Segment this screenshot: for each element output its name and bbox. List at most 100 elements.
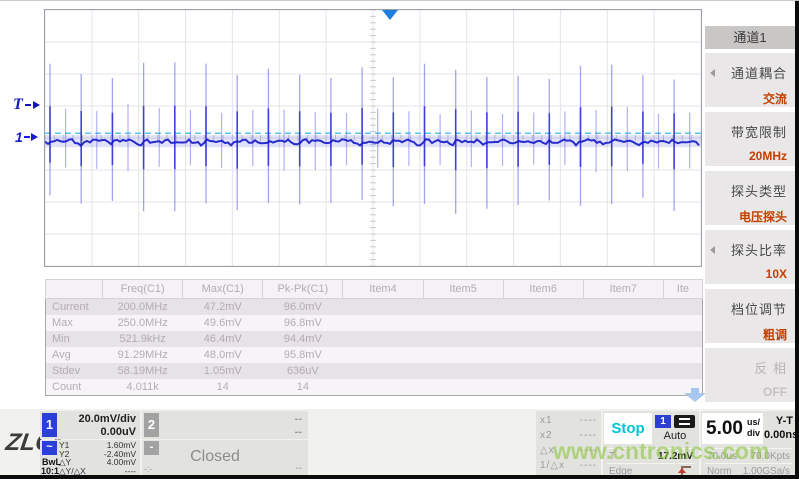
trigger-source-badge: 1 <box>655 415 671 428</box>
measurement-cell: 14 <box>183 379 263 396</box>
measurement-cell <box>343 331 423 347</box>
measurement-row-stdev: Stdev58.19MHz1.05mV636uV <box>46 363 703 379</box>
ch1-cursor-row: △Y/△X---- <box>59 467 136 476</box>
measurement-cell <box>583 379 663 396</box>
measurement-row-max: Max250.0MHz49.6mV96.8mV <box>46 315 703 331</box>
sidebar-item-bandwidth-limit[interactable]: 带宽限制 20MHz <box>705 112 795 166</box>
oscilloscope-screen: T 1 Freq(C1)Max(C1)Pk-Pk(C1)Item4Item5It… <box>0 0 799 479</box>
measurement-cell: 48.0mV <box>183 347 263 363</box>
ch1-cursor-block: ~ BwL 10:1 Y11.60mVY2-2.40mV△Y4.00mV△Y/△… <box>40 440 140 476</box>
measurement-cell <box>343 315 423 331</box>
measurement-cell <box>663 347 702 363</box>
sidebar-item-probe-ratio[interactable]: 探头比率10X <box>705 230 795 284</box>
measurement-cell <box>343 379 423 396</box>
cursor-readout-row-label: x2 <box>540 428 553 443</box>
scroll-arrow-head <box>684 393 706 402</box>
measurements-table: Freq(C1)Max(C1)Pk-Pk(C1)Item4Item5Item6I… <box>45 279 703 396</box>
sidebar-item-label: 反 相 <box>705 358 787 377</box>
measurement-row-label: Current <box>46 299 103 316</box>
measurement-row-label: Stdev <box>46 363 103 379</box>
sidebar-item-value: 20MHz <box>705 149 787 163</box>
measurement-cell: 96.8mV <box>263 315 343 331</box>
measurement-column-header: Item6 <box>503 280 583 299</box>
ch1-scale-block[interactable]: 1 20.0mV/div 0.00uV <box>40 411 140 439</box>
measurement-column-header: Item4 <box>343 280 423 299</box>
measurement-cell <box>423 363 503 379</box>
trigger-level-marker[interactable]: T <box>13 96 40 114</box>
timebase-unit: us/div <box>747 417 760 439</box>
ch2-scale-block[interactable]: 2 -- -- <box>142 411 308 439</box>
cursor-readout-row-label: x1 <box>540 413 553 428</box>
measurement-column-header: Ite <box>663 280 702 299</box>
sidebar-item-label: 通道耦合 <box>705 63 787 82</box>
measurement-cell <box>503 299 583 316</box>
measurement-row-count: Count4.011k1414 <box>46 379 703 396</box>
sidebar-item-channel-coupling[interactable]: 通道耦合交流 <box>705 53 795 107</box>
cursor-readout-row: x1---- <box>540 413 597 428</box>
sidebar-items: 通道耦合交流带宽限制20MHz探头类型电压探头探头比率10X档位调节粗调反 相O… <box>705 53 795 402</box>
sidebar-item-label: 档位调节 <box>705 299 787 318</box>
screen-bottom-border <box>0 475 799 479</box>
measurement-cell <box>343 299 423 316</box>
measurement-cell <box>663 299 702 316</box>
sidebar-item-value: 粗调 <box>705 326 787 343</box>
measurement-column-header: Item5 <box>423 280 503 299</box>
measurement-row-avg: Avg91.29MHz48.0mV95.8mV <box>46 347 703 363</box>
trigger-arrow-icon <box>33 101 40 109</box>
measurement-cell <box>343 363 423 379</box>
ch2-value: -- <box>295 463 302 474</box>
watermark: www.cntronics.com <box>553 438 769 465</box>
measurement-cell <box>663 331 702 347</box>
measurement-cell: 250.0MHz <box>103 315 183 331</box>
ch2-state-block: - Closed -:- -- <box>142 440 308 476</box>
submenu-left-arrow-icon <box>710 246 715 254</box>
measurement-column-header: Pk-Pk(C1) <box>263 280 343 299</box>
measurement-cell <box>583 315 663 331</box>
measurement-cell: 1.05mV <box>183 363 263 379</box>
measurement-cell <box>663 315 702 331</box>
sidebar-item-gear-adjust[interactable]: 档位调节粗调 <box>705 289 795 343</box>
measurement-cell <box>663 363 702 379</box>
measurement-cell <box>503 331 583 347</box>
sidebar-item-value: OFF <box>705 385 787 399</box>
ac-coupling-icon: ~ <box>42 441 57 455</box>
measurement-cell <box>503 315 583 331</box>
channel1-arrow-stem <box>24 136 30 138</box>
measurement-cell <box>583 331 663 347</box>
ch2-volts-per-div: -- <box>295 413 302 425</box>
trigger-coupling-dc-icon <box>674 415 695 428</box>
measurement-cell: 46.4mV <box>183 331 263 347</box>
measurement-cell <box>423 379 503 396</box>
measurement-cell: 4.011k <box>103 379 183 396</box>
measurement-cell <box>503 379 583 396</box>
channel1-position-marker[interactable]: 1 <box>15 129 38 145</box>
trigger-position-marker-icon[interactable] <box>382 10 398 20</box>
measurement-cell: 91.29MHz <box>103 347 183 363</box>
measurement-cell: 95.8mV <box>263 347 343 363</box>
measurement-cell <box>503 363 583 379</box>
waveform-display <box>44 9 702 267</box>
measurement-cell <box>583 347 663 363</box>
timebase-value: 5.00 <box>706 418 743 440</box>
measurement-row-min: Min521.9kHz46.4mV94.4mV <box>46 331 703 347</box>
measurement-cell <box>423 315 503 331</box>
scroll-down-arrow-icon[interactable] <box>684 388 706 402</box>
measurement-cell <box>583 363 663 379</box>
submenu-left-arrow-icon <box>710 69 715 77</box>
sidebar-item-label: 带宽限制 <box>705 122 787 141</box>
sidebar-item-label: 探头比率 <box>705 240 787 259</box>
sidebar-item-probe-type[interactable]: 探头类型电压探头 <box>705 171 795 225</box>
measurement-cell: 49.6mV <box>183 315 263 331</box>
ch2-offset: -- <box>295 426 302 438</box>
screen-right-border <box>795 1 799 479</box>
ch2-badge: 2 <box>144 413 159 437</box>
measurement-cell: 94.4mV <box>263 331 343 347</box>
measurement-cell <box>343 347 423 363</box>
measurement-cell <box>423 299 503 316</box>
measurement-cell: 200.0MHz <box>103 299 183 316</box>
measurement-cell: 521.9kHz <box>103 331 183 347</box>
measurement-row-label: Min <box>46 331 103 347</box>
trigger-arrow-stem <box>25 104 31 106</box>
channel-menu-sidebar: 通道1 通道耦合交流带宽限制20MHz探头类型电压探头探头比率10X档位调节粗调… <box>705 1 795 409</box>
measurement-column-header: Freq(C1) <box>103 280 183 299</box>
